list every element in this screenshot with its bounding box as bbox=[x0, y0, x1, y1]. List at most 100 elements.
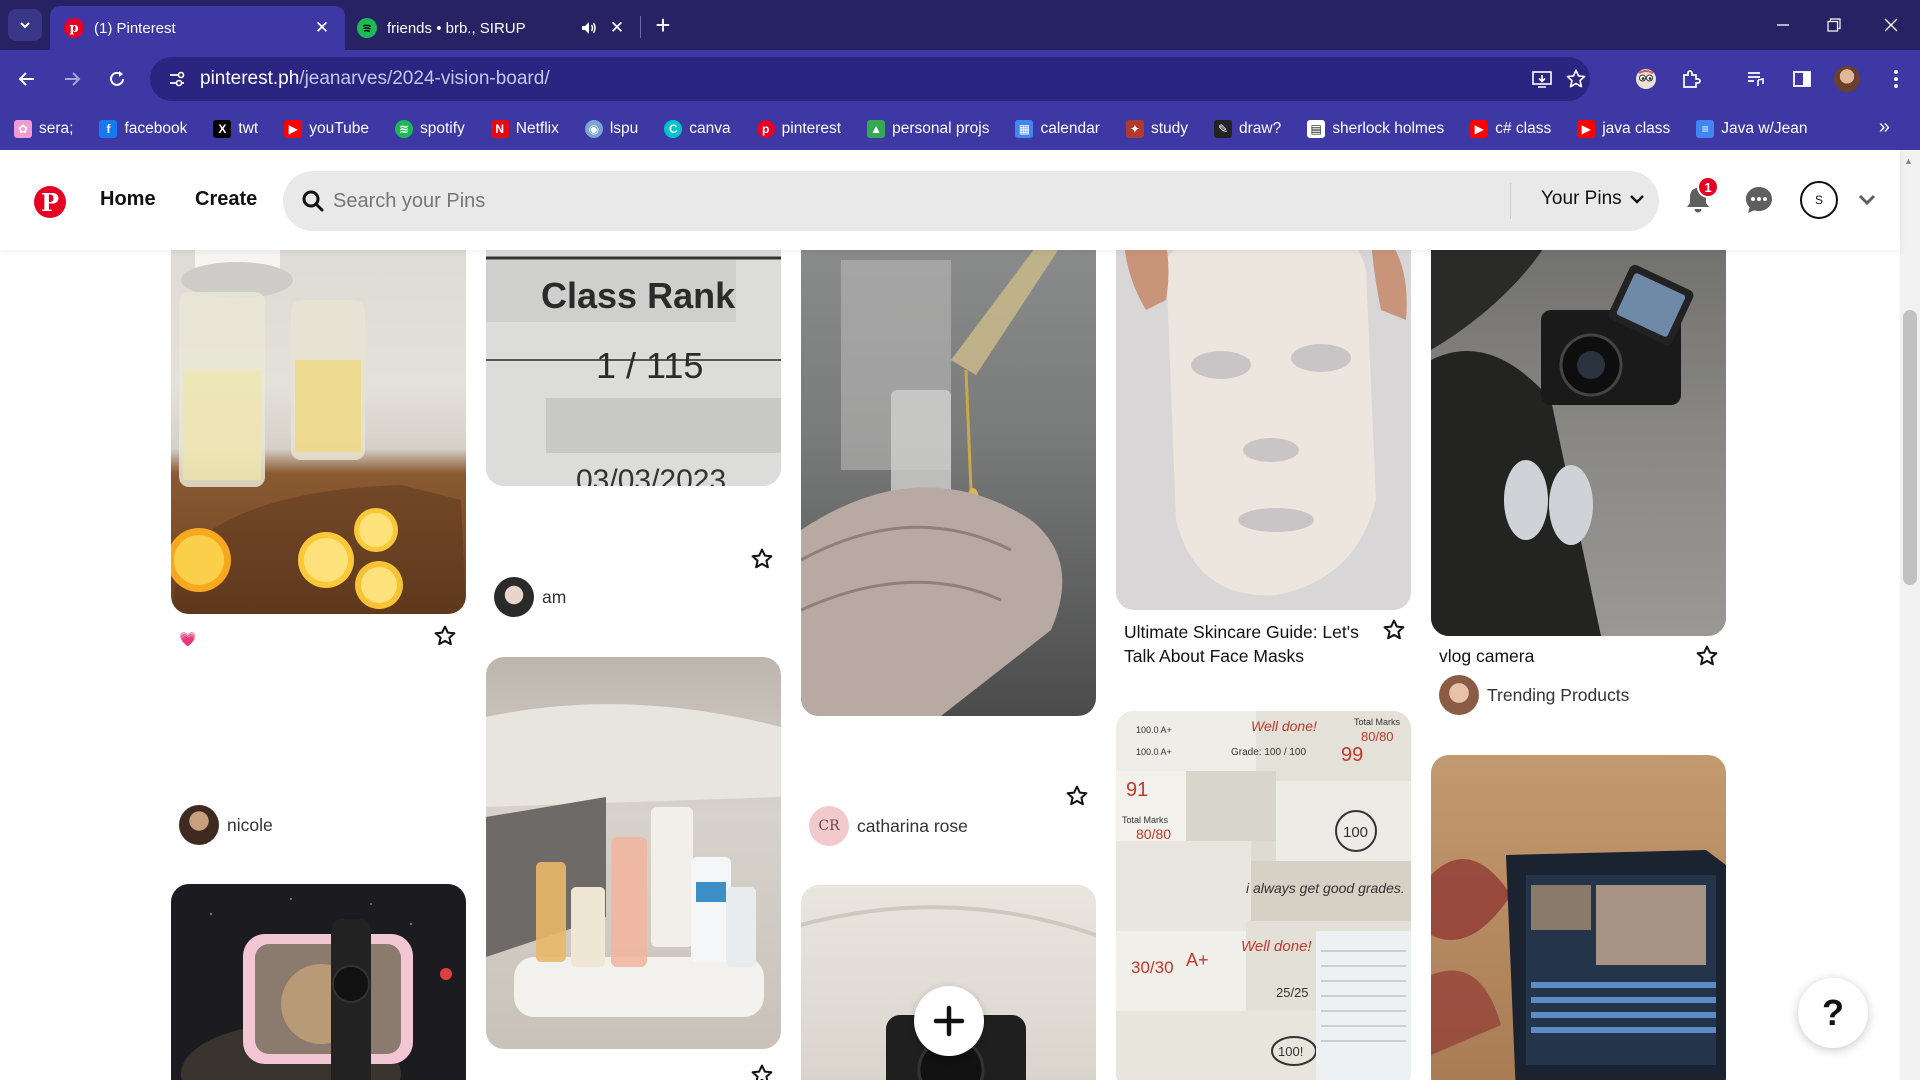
pin-skincare-shelf[interactable] bbox=[486, 150, 781, 1080]
bookmark-item[interactable]: ▶ c# class bbox=[1470, 120, 1551, 138]
bookmark-item[interactable]: ◉ lspu bbox=[584, 120, 638, 138]
media-controls-button[interactable] bbox=[1740, 63, 1772, 95]
bookmark-item[interactable]: Xtwt bbox=[213, 120, 258, 138]
bookmark-item[interactable]: f facebook bbox=[99, 120, 187, 138]
skincare-shelf-illustration bbox=[486, 704, 781, 1017]
tab-separator bbox=[640, 16, 641, 38]
bookmark-label: c# class bbox=[1495, 120, 1552, 137]
bookmark-item[interactable]: Ccanva bbox=[664, 120, 731, 138]
more-vertical-icon bbox=[1894, 70, 1898, 88]
bookmark-item[interactable]: N Netflix bbox=[490, 120, 559, 138]
bookmark-label: sera; bbox=[39, 120, 74, 137]
scroll-up-arrow[interactable]: ▲ bbox=[1904, 156, 1913, 166]
grade-100: 100 bbox=[1343, 824, 1368, 841]
restore-button[interactable] bbox=[1805, 0, 1863, 50]
bookmark-item[interactable]: ▶ youTube bbox=[284, 120, 369, 138]
bookmark-label: study bbox=[1150, 120, 1188, 137]
pin-image[interactable] bbox=[486, 657, 781, 1049]
messages-button[interactable] bbox=[1741, 182, 1777, 218]
search-bar[interactable]: Search your Pins Your Pins bbox=[283, 171, 1659, 231]
pinterest-icon: p bbox=[756, 120, 775, 138]
chevron-down-icon[interactable] bbox=[1855, 188, 1879, 212]
browser-menu-button[interactable] bbox=[1880, 63, 1912, 95]
page-scrollbar[interactable] bbox=[1900, 150, 1920, 1080]
new-tab-button[interactable]: + bbox=[648, 10, 678, 40]
lspu-icon: ◉ bbox=[584, 120, 603, 138]
extension-eyes-button[interactable] bbox=[1630, 63, 1662, 95]
create-link[interactable]: Create bbox=[195, 188, 257, 211]
plus-icon bbox=[933, 1005, 965, 1037]
site-info-icon[interactable] bbox=[162, 64, 192, 94]
close-window-button[interactable] bbox=[1862, 0, 1920, 50]
eyes-extension-icon bbox=[1636, 69, 1656, 89]
install-app-button[interactable] bbox=[1526, 63, 1558, 95]
tab-spotify[interactable]: friends • brb., SIRUP ✕ bbox=[345, 6, 640, 50]
add-pin-button[interactable] bbox=[914, 986, 984, 1056]
facebook-icon: f bbox=[99, 120, 118, 138]
pin-camera-white[interactable] bbox=[801, 150, 1096, 1080]
close-icon[interactable]: ✕ bbox=[311, 17, 333, 39]
extensions-button[interactable] bbox=[1675, 63, 1707, 95]
bookmark-label: canva bbox=[689, 120, 731, 137]
star-icon bbox=[1566, 69, 1586, 88]
pin-phone-stand[interactable] bbox=[171, 150, 466, 1080]
close-icon bbox=[1884, 18, 1898, 32]
url-path: /jeanarves/2024-vision-board/ bbox=[299, 68, 550, 89]
drive-icon: ▲ bbox=[867, 120, 886, 138]
bookmark-label: calendar bbox=[1040, 120, 1100, 137]
speaker-icon[interactable] bbox=[578, 17, 600, 39]
bookmark-item[interactable]: ≋ spotify bbox=[394, 120, 465, 138]
bookmarks-overflow-button[interactable]: » bbox=[1879, 116, 1890, 139]
tab-search-button[interactable] bbox=[8, 9, 42, 41]
docs-icon: ≡ bbox=[1696, 120, 1715, 138]
pin-laptop-editing[interactable] bbox=[1431, 150, 1726, 1080]
calendar-icon: ▦ bbox=[1015, 120, 1034, 138]
phone-stand-illustration bbox=[181, 898, 452, 1080]
pin-good-grades[interactable]: 100.0 A+ 100.0 A+ Grade: 100 / 100 Well … bbox=[1116, 150, 1411, 1080]
address-bar[interactable]: pinterest.ph/jeanarves/2024-vision-board… bbox=[150, 57, 1590, 101]
back-button[interactable] bbox=[11, 63, 43, 95]
bookmark-item[interactable]: ✿ sera; bbox=[14, 120, 73, 138]
minimize-button[interactable] bbox=[1754, 0, 1812, 50]
close-icon[interactable]: ✕ bbox=[606, 17, 628, 39]
arrow-left-icon bbox=[18, 72, 34, 86]
canva-icon: C bbox=[664, 120, 683, 138]
bookmark-item[interactable]: p pinterest bbox=[756, 120, 841, 138]
bookmark-item[interactable]: ✦ study bbox=[1125, 120, 1188, 138]
tab-pinterest[interactable]: p (1) Pinterest ✕ bbox=[50, 6, 345, 50]
bookmark-item[interactable]: ✎ draw? bbox=[1214, 120, 1281, 138]
browser-window: p (1) Pinterest ✕ friends • brb., SIRUP … bbox=[0, 0, 1920, 1080]
profile-button[interactable] bbox=[1831, 63, 1863, 95]
laptop-editing-illustration bbox=[1431, 850, 1726, 1080]
bookmark-star-button[interactable] bbox=[1560, 63, 1592, 95]
grade-entry: 100.0 A+ bbox=[1136, 747, 1172, 757]
tab-strip: p (1) Pinterest ✕ friends • brb., SIRUP … bbox=[0, 0, 1920, 50]
pin-image[interactable] bbox=[171, 884, 466, 1080]
bookmark-label: facebook bbox=[124, 120, 188, 137]
grade-score: Grade: 100 / 100 bbox=[1231, 747, 1306, 758]
favorite-star-button[interactable] bbox=[748, 1061, 776, 1080]
search-input[interactable]: Search your Pins bbox=[333, 190, 485, 213]
forward-button[interactable] bbox=[56, 63, 88, 95]
home-link[interactable]: Home bbox=[100, 188, 156, 211]
x-icon: X bbox=[213, 120, 232, 138]
help-button[interactable]: ? bbox=[1798, 978, 1868, 1048]
your-pins-dropdown[interactable]: Your Pins bbox=[1541, 188, 1646, 210]
user-avatar-button[interactable]: S bbox=[1800, 181, 1838, 219]
well-done-note: Well done! bbox=[1241, 938, 1312, 955]
avatar bbox=[1834, 66, 1860, 92]
bookmark-item[interactable]: ▲ personal projs bbox=[867, 120, 989, 138]
reload-button[interactable] bbox=[101, 63, 133, 95]
url-host: pinterest.ph bbox=[200, 68, 300, 89]
scrollbar-thumb[interactable] bbox=[1903, 310, 1917, 585]
bookmark-item[interactable]: ▶ java class bbox=[1577, 120, 1670, 138]
bookmark-item[interactable]: ≡ Java w/Jean bbox=[1696, 120, 1807, 138]
side-panel-button[interactable] bbox=[1786, 63, 1818, 95]
spotify-icon bbox=[357, 18, 377, 38]
bookmark-item[interactable]: ▤ sherlock holmes bbox=[1307, 120, 1444, 138]
pin-image[interactable] bbox=[1431, 755, 1726, 1080]
bookmark-item[interactable]: ▦ calendar bbox=[1015, 120, 1100, 138]
pinterest-logo[interactable]: P bbox=[34, 186, 66, 218]
bookmark-label: sherlock holmes bbox=[1332, 120, 1445, 137]
pin-image[interactable]: 100.0 A+ 100.0 A+ Grade: 100 / 100 Well … bbox=[1116, 711, 1411, 1080]
